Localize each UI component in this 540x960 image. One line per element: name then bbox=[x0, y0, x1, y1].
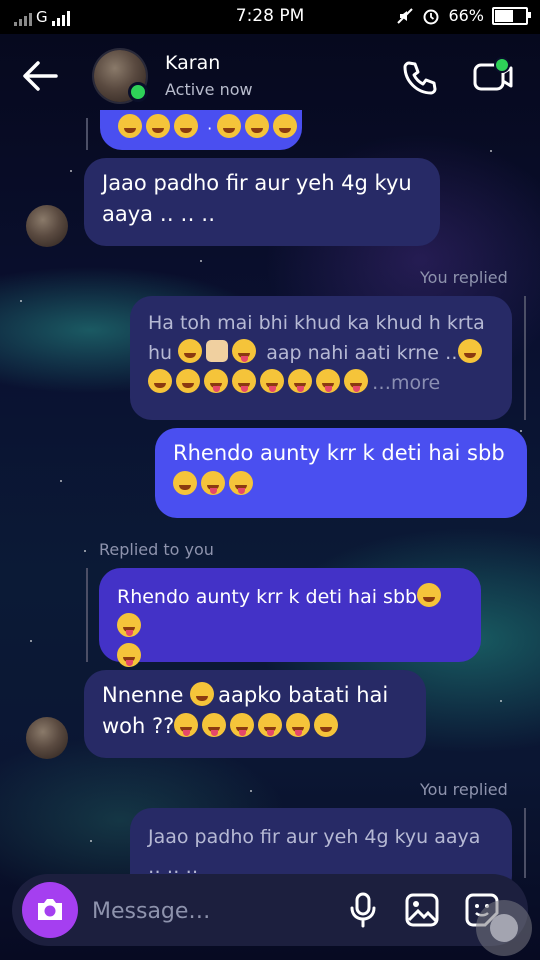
outgoing-message[interactable]: Rhendo aunty krr k deti hai sbb bbox=[155, 428, 527, 518]
incoming-message[interactable]: Nnenne aapko batati hai woh ?? bbox=[84, 670, 426, 758]
grin-emoji-icon bbox=[457, 339, 482, 363]
silent-icon bbox=[397, 7, 414, 24]
quoted-message[interactable]: Rhendo aunty krr k deti hai sbb bbox=[99, 568, 481, 667]
incoming-message[interactable]: Jaao padho fir aur yeh 4g kyu aaya ․․ ․․… bbox=[84, 158, 440, 246]
tongue-emoji-icon bbox=[232, 339, 257, 363]
assistive-touch-button[interactable] bbox=[476, 900, 532, 956]
reply-thread-line bbox=[86, 118, 88, 150]
reply-label: Replied to you bbox=[99, 540, 214, 559]
tongue-emoji-icon bbox=[229, 471, 253, 495]
presence-status: Active now bbox=[165, 80, 253, 99]
image-icon[interactable] bbox=[404, 892, 440, 928]
tongue-emoji-icon bbox=[201, 471, 225, 495]
thumbs-up-emoji-icon bbox=[206, 340, 229, 362]
reply-thread-line bbox=[86, 568, 88, 662]
phone-icon[interactable] bbox=[400, 58, 440, 98]
battery-percent: 66% bbox=[448, 6, 484, 25]
message-text: Rhendo aunty krr k deti hai sbb bbox=[173, 441, 505, 465]
message-text: Jaao padho fir aur yeh 4g kyu aaya ․․ ․․… bbox=[102, 171, 412, 226]
message-text: Nnenne bbox=[102, 683, 184, 707]
quoted-message[interactable]: Ha toh mai bhi khud ka khud h krta hu aa… bbox=[130, 296, 512, 420]
grin-emoji-icon bbox=[190, 682, 215, 706]
battery-icon bbox=[492, 6, 531, 25]
online-status-dot bbox=[128, 82, 148, 102]
camera-button[interactable] bbox=[22, 882, 78, 938]
alarm-icon bbox=[423, 9, 439, 24]
message-composer bbox=[12, 874, 528, 946]
avatar bbox=[26, 717, 68, 759]
back-arrow-icon[interactable] bbox=[20, 58, 60, 94]
message-text: Jaao padho fir aur yeh 4g kyu aaya bbox=[148, 826, 481, 848]
tongue-emoji-icon bbox=[117, 613, 141, 637]
see-more-link[interactable]: …more bbox=[372, 372, 440, 394]
video-call-icon[interactable] bbox=[472, 56, 516, 96]
reply-label: You replied bbox=[420, 780, 508, 799]
tongue-emoji-icon bbox=[117, 643, 141, 667]
reply-thread-line bbox=[524, 808, 526, 878]
reply-thread-line bbox=[524, 296, 526, 420]
message-text: aap nahi aati krne bbox=[266, 342, 439, 364]
blush-emoji-icon bbox=[173, 471, 197, 495]
contact-name[interactable]: Karan bbox=[165, 52, 220, 74]
blush-emoji-icon bbox=[417, 583, 442, 607]
status-right: 66% bbox=[396, 6, 531, 25]
grin-emoji-icon bbox=[178, 339, 203, 363]
rofl-emoji-icon bbox=[314, 713, 339, 737]
message-input[interactable] bbox=[90, 894, 344, 928]
chat-header: Karan Active now bbox=[0, 34, 540, 118]
reply-label: You replied bbox=[420, 268, 508, 287]
camera-icon bbox=[38, 899, 62, 920]
microphone-icon[interactable] bbox=[346, 892, 380, 928]
message-text: Rhendo aunty krr k deti hai sbb bbox=[117, 586, 418, 608]
avatar bbox=[26, 205, 68, 247]
contact-avatar[interactable] bbox=[94, 50, 148, 102]
previous-message-bubble[interactable]: · bbox=[100, 110, 302, 150]
status-bar: G 7:28 PM 66% bbox=[0, 0, 540, 34]
